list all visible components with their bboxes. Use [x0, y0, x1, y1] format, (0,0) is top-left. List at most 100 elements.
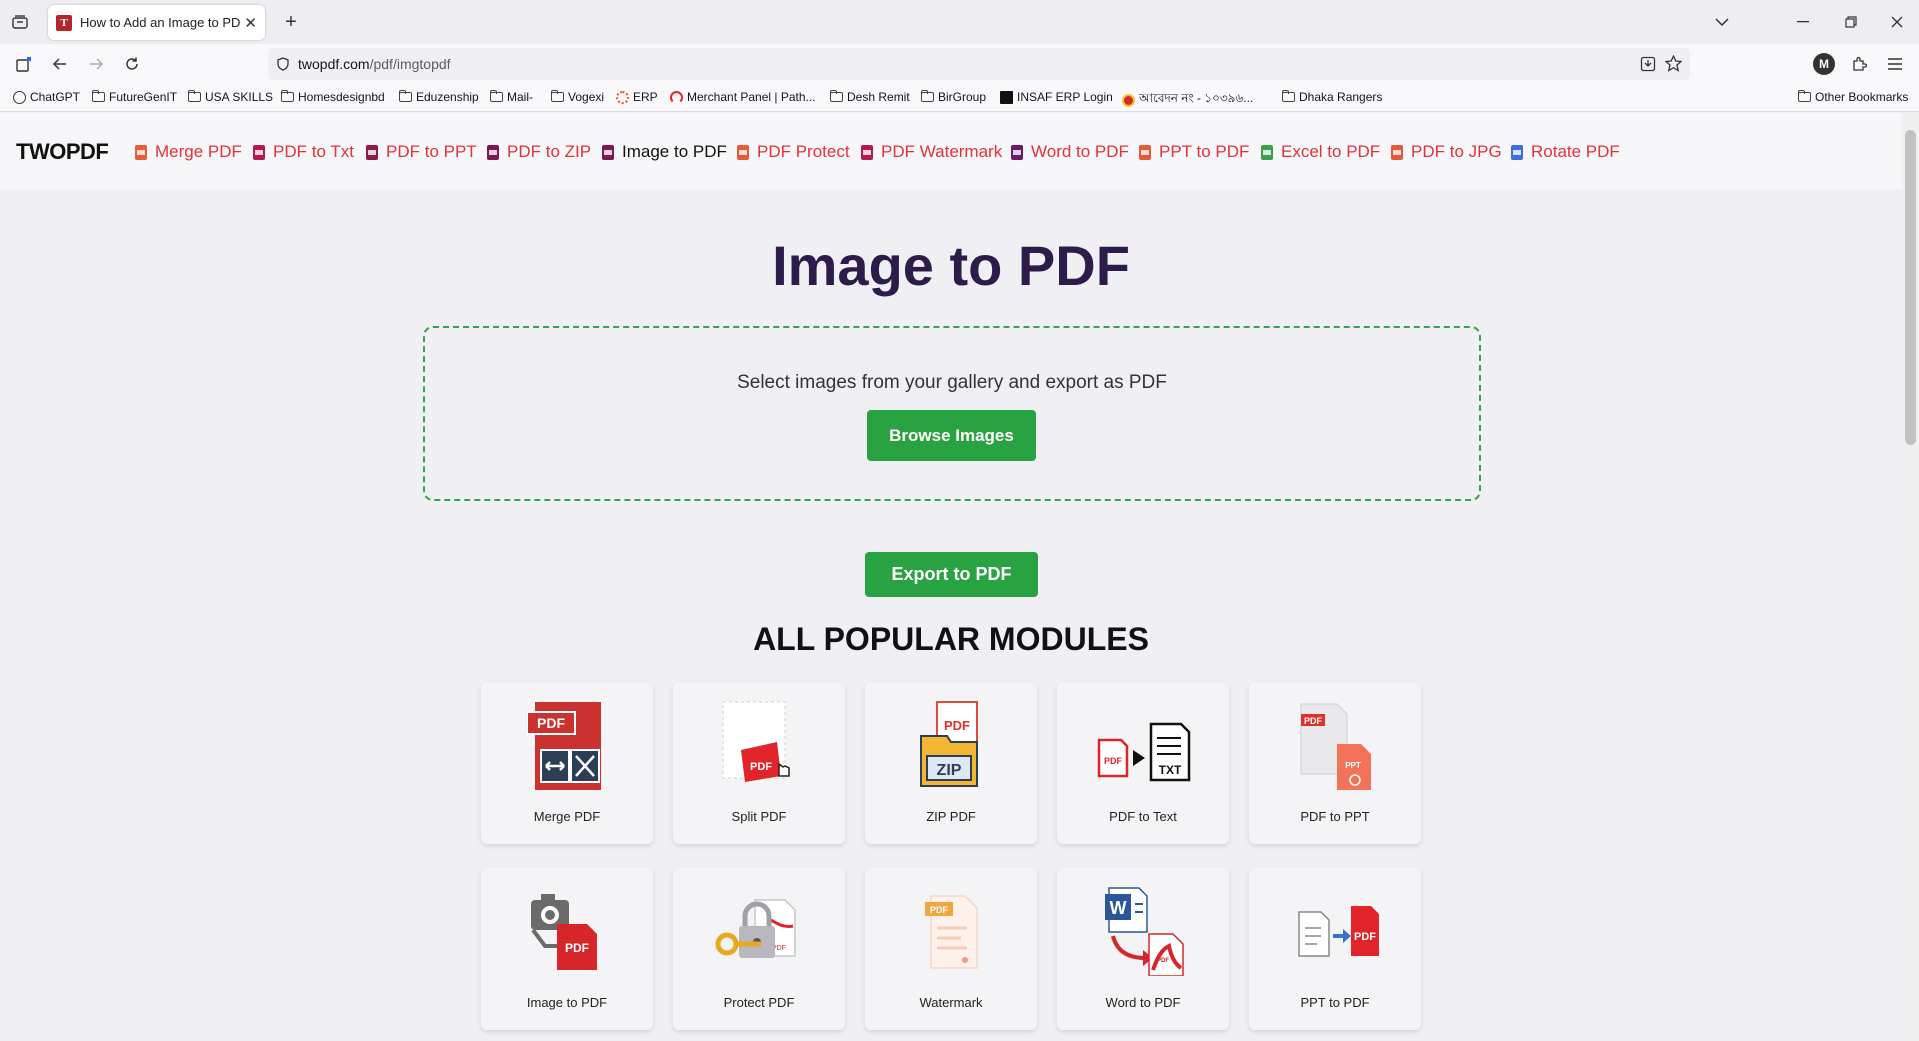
pdf-file-icon	[1511, 144, 1523, 160]
folder-icon	[1282, 90, 1295, 102]
site-header: TWOPDF Merge PDF PDF to Txt PDF to PPT P…	[0, 113, 1902, 189]
pdf-to-ppt-icon-text-pdf: PDF	[1304, 716, 1323, 726]
back-icon[interactable]	[50, 54, 70, 74]
pdf-to-ppt-icon: PDF PPT	[1300, 703, 1371, 790]
nav-pdf-to-txt[interactable]: PDF to Txt	[253, 142, 354, 162]
bookmark-eduzenship[interactable]: Eduzenship	[399, 90, 479, 104]
bookmark-usa-skills[interactable]: USA SKILLS	[188, 90, 273, 104]
bookmarks-toolbar: ChatGPT FutureGenIT USA SKILLS Homesdesi…	[0, 84, 1919, 112]
folder-icon	[281, 90, 294, 102]
nav-pdf-to-zip[interactable]: PDF to ZIP	[487, 142, 591, 162]
folder-icon	[1798, 90, 1811, 102]
nav-excel-to-pdf[interactable]: Excel to PDF	[1261, 142, 1380, 162]
nav-rotate-pdf[interactable]: Rotate PDF	[1511, 142, 1620, 162]
zip-pdf-icon-text-zip: ZIP	[937, 762, 962, 779]
bookmark-insaf-erp[interactable]: INSAF ERP Login	[1000, 90, 1113, 104]
bookmark-erp[interactable]: ERP	[616, 90, 658, 104]
save-to-pocket-icon[interactable]	[1640, 56, 1656, 72]
bookmark-futuregenit[interactable]: FutureGenIT	[92, 90, 177, 104]
pdf-to-ppt-icon-text-ppt: PPT	[1345, 761, 1361, 770]
watermark-icon-text: PDF	[930, 905, 949, 915]
pdf-to-text-icon-text-txt: TXT	[1159, 763, 1182, 777]
restore-icon[interactable]	[1841, 12, 1861, 32]
zip-pdf-icon-text-pdf: PDF	[944, 718, 970, 733]
pdf-file-icon	[1139, 144, 1151, 160]
bookmark-merchant-panel[interactable]: Merchant Panel | Path...	[670, 90, 816, 104]
page-scrollbar-thumb[interactable]	[1905, 130, 1916, 445]
close-window-icon[interactable]	[1887, 12, 1907, 32]
module-card-protect-pdf[interactable]: PDF Protect PDF	[673, 868, 845, 1030]
dropzone-instructions: Select images from your gallery and expo…	[737, 372, 1167, 393]
browse-images-button[interactable]: Browse Images	[867, 410, 1036, 461]
pdf-file-icon	[366, 144, 378, 160]
image-dropzone[interactable]: Select images from your gallery and expo…	[423, 326, 1481, 501]
browser-toolbar: twopdf.com/pdf/imgtopdf M	[0, 44, 1919, 84]
bookmark-homesdesignbd[interactable]: Homesdesignbd	[281, 90, 385, 104]
site-info-icon[interactable]	[276, 57, 290, 71]
word-to-pdf-icon-text-w: W	[1110, 898, 1127, 918]
bookmark-mail[interactable]: Mail-	[490, 90, 533, 104]
nav-pdf-to-ppt[interactable]: PDF to PPT	[366, 142, 477, 162]
account-avatar[interactable]: M	[1813, 53, 1835, 75]
module-label: PDF to Text	[1109, 809, 1177, 824]
sidebar-icon[interactable]	[14, 54, 34, 74]
module-card-pdf-to-text[interactable]: PDF TXT PDF to Text	[1057, 682, 1229, 844]
pdf-file-icon	[253, 144, 265, 160]
nav-word-to-pdf[interactable]: Word to PDF	[1011, 142, 1129, 162]
address-bar[interactable]: twopdf.com/pdf/imgtopdf	[268, 48, 1690, 80]
extensions-icon[interactable]	[1849, 54, 1869, 74]
nav-merge-pdf[interactable]: Merge PDF	[135, 142, 242, 162]
app-menu-icon[interactable]	[1885, 54, 1905, 74]
browser-tab-active[interactable]: T How to Add an Image to PDF in ✕	[48, 5, 265, 40]
nav-image-to-pdf[interactable]: Image to PDF	[602, 142, 727, 162]
bookmark-dhaka-rangers[interactable]: Dhaka Rangers	[1282, 90, 1382, 104]
erp-icon	[616, 90, 629, 104]
bookmark-star-icon[interactable]	[1665, 55, 1682, 72]
nav-pdf-watermark[interactable]: PDF Watermark	[861, 142, 1002, 162]
module-label: Watermark	[919, 995, 983, 1010]
image-to-pdf-icon: PDF	[531, 894, 597, 970]
module-label: Merge PDF	[533, 809, 601, 824]
minimize-icon[interactable]	[1793, 12, 1813, 32]
module-card-pdf-to-ppt[interactable]: PDF PPT PDF to PPT	[1249, 682, 1421, 844]
pdf-file-icon	[1011, 144, 1023, 160]
module-card-split-pdf[interactable]: PDF Split PDF	[673, 682, 845, 844]
bookmark-vogexi[interactable]: Vogexi	[551, 90, 604, 104]
new-tab-icon[interactable]: +	[281, 11, 301, 33]
folder-icon	[188, 90, 201, 102]
nav-ppt-to-pdf[interactable]: PPT to PDF	[1139, 142, 1249, 162]
module-card-merge-pdf[interactable]: PDF Merge PDF	[481, 682, 653, 844]
tab-overflow-chevron-icon[interactable]	[1712, 12, 1732, 32]
module-card-ppt-to-pdf[interactable]: PDF PPT to PDF	[1249, 868, 1421, 1030]
pdf-file-icon	[602, 144, 614, 160]
word-to-pdf-icon: W PDF	[1105, 887, 1184, 976]
module-card-watermark[interactable]: PDF Watermark	[865, 868, 1037, 1030]
forward-icon[interactable]	[86, 54, 106, 74]
watermark-icon: PDF	[925, 895, 978, 969]
pdf-file-icon	[1391, 144, 1403, 160]
module-card-image-to-pdf[interactable]: PDF Image to PDF	[481, 868, 653, 1030]
tab-list-icon[interactable]	[10, 12, 30, 32]
bookmark-chatgpt[interactable]: ChatGPT	[13, 90, 80, 104]
export-to-pdf-button[interactable]: Export to PDF	[865, 552, 1038, 597]
ppt-to-pdf-icon: PDF	[1298, 906, 1379, 957]
nav-pdf-to-jpg[interactable]: PDF to JPG	[1391, 142, 1502, 162]
module-card-zip-pdf[interactable]: PDF ZIP ZIP PDF	[865, 682, 1037, 844]
bookmark-desh-remit[interactable]: Desh Remit	[830, 90, 910, 104]
modules-heading: ALL POPULAR MODULES	[753, 621, 1149, 657]
module-card-word-to-pdf[interactable]: W PDF Word to PDF	[1057, 868, 1229, 1030]
merge-pdf-icon: PDF	[527, 702, 601, 790]
other-bookmarks[interactable]: Other Bookmarks	[1798, 90, 1908, 104]
module-label: ZIP PDF	[926, 809, 976, 824]
insaf-icon	[1000, 90, 1013, 104]
site-logo[interactable]: TWOPDF	[16, 139, 109, 165]
tab-title: How to Add an Image to PDF in	[80, 15, 241, 30]
folder-icon	[830, 90, 843, 102]
tab-close-icon[interactable]: ✕	[244, 14, 257, 32]
reload-icon[interactable]	[122, 54, 142, 74]
bookmark-application[interactable]: আবেদন নং - ১০৩৯৬...	[1122, 90, 1253, 110]
nav-pdf-protect[interactable]: PDF Protect	[737, 142, 850, 162]
pdf-file-icon	[737, 144, 749, 160]
pdf-to-text-icon-text-pdf: PDF	[1104, 756, 1123, 766]
bookmark-birgroup[interactable]: BirGroup	[921, 90, 986, 104]
